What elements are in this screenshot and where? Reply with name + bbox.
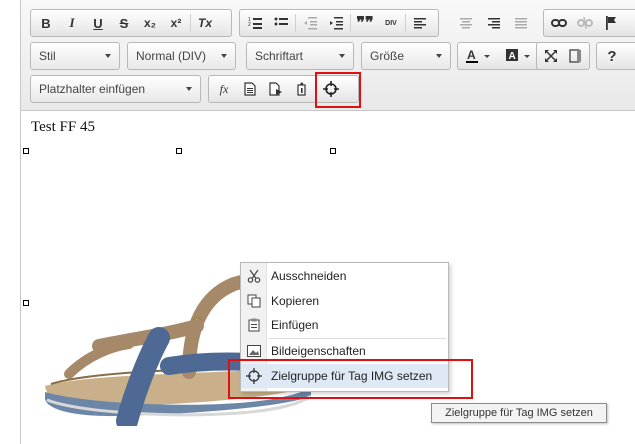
style-select[interactable]: Stil	[30, 42, 120, 70]
subscript-button[interactable]: x₂	[139, 12, 161, 34]
formula-button[interactable]: fx	[213, 78, 235, 100]
font-select-label: Schriftart	[255, 49, 304, 63]
document-arrow-icon[interactable]	[265, 78, 287, 100]
underline-button[interactable]: U	[87, 12, 109, 34]
maximize-icon[interactable]	[541, 45, 561, 67]
list-group: 12 ❞❞ DIV	[239, 9, 439, 37]
links-group	[543, 9, 635, 37]
resize-handle-top-right[interactable]	[330, 148, 336, 154]
indent-icon[interactable]	[325, 12, 347, 34]
basic-styles-group: B I U S x₂ x² Tx	[30, 9, 232, 37]
menu-item-paste[interactable]: Einfügen	[241, 313, 448, 337]
chevron-down-icon	[221, 54, 227, 58]
menu-item-label: Bildeigenschaften	[271, 344, 366, 358]
outdent-icon[interactable]	[299, 12, 321, 34]
align-right-icon[interactable]	[483, 12, 505, 34]
resize-handle-top-center[interactable]	[176, 148, 182, 154]
size-select-label: Größe	[370, 49, 405, 63]
text-color-button[interactable]: A	[462, 45, 498, 67]
scissors-icon	[241, 269, 267, 283]
placeholder-select-label: Platzhalter einfügen	[39, 82, 146, 96]
color-group: A A	[457, 42, 547, 70]
numbered-list-icon[interactable]: 12	[244, 12, 266, 34]
image-icon	[241, 345, 267, 357]
separator	[190, 14, 191, 32]
separator	[405, 14, 406, 32]
align-left-icon[interactable]	[409, 12, 431, 34]
strike-button[interactable]: S	[113, 12, 135, 34]
remove-format-button[interactable]: Tx	[194, 12, 216, 34]
info-document-icon[interactable]	[291, 78, 313, 100]
font-select[interactable]: Schriftart	[246, 42, 354, 70]
style-select-label: Stil	[39, 49, 56, 63]
resize-handle-mid-left[interactable]	[23, 300, 29, 306]
align-group	[441, 9, 445, 37]
chevron-down-icon	[105, 54, 111, 58]
anchor-flag-icon[interactable]	[600, 12, 622, 34]
blockquote-button[interactable]: ❞❞	[354, 12, 376, 34]
document-icon[interactable]	[239, 78, 261, 100]
menu-item-label: Kopieren	[271, 294, 320, 308]
menu-item-label: Einfügen	[271, 318, 319, 332]
superscript-button[interactable]: x²	[165, 12, 187, 34]
menu-item-cut[interactable]: Ausschneiden	[241, 264, 448, 288]
align-justify-icon[interactable]	[510, 12, 532, 34]
bullet-list-icon[interactable]	[270, 12, 292, 34]
help-group: ?	[596, 42, 635, 70]
bold-button[interactable]: B	[35, 12, 57, 34]
highlight-box-toolbar	[315, 72, 361, 108]
chevron-down-icon	[339, 54, 345, 58]
link-icon[interactable]	[548, 12, 570, 34]
svg-text:2: 2	[248, 22, 251, 28]
svg-text:A: A	[509, 51, 516, 62]
help-button[interactable]: ?	[601, 45, 623, 67]
format-select-label: Normal (DIV)	[136, 49, 207, 63]
tools-group	[536, 42, 590, 70]
show-blocks-icon[interactable]	[565, 45, 585, 67]
editor-text: Test FF 45	[31, 119, 95, 135]
resize-handle-top-left[interactable]	[23, 148, 29, 154]
size-select[interactable]: Größe	[361, 42, 451, 70]
chevron-down-icon	[436, 54, 442, 58]
menu-item-label: Ausschneiden	[271, 269, 347, 283]
div-container-button[interactable]: DIV	[380, 12, 402, 34]
chevron-down-icon	[186, 87, 192, 91]
align-center-icon[interactable]	[455, 12, 477, 34]
unlink-icon[interactable]	[574, 12, 596, 34]
italic-button[interactable]: I	[61, 12, 83, 34]
highlight-box-menu-item	[228, 359, 473, 399]
svg-text:A: A	[467, 48, 476, 62]
copy-icon	[241, 294, 267, 308]
format-select[interactable]: Normal (DIV)	[127, 42, 236, 70]
menu-item-copy[interactable]: Kopieren	[241, 289, 448, 313]
background-color-button[interactable]: A	[502, 45, 538, 67]
paste-icon	[241, 318, 267, 332]
separator	[350, 14, 351, 32]
separator	[295, 14, 296, 32]
placeholder-select[interactable]: Platzhalter einfügen	[30, 75, 201, 103]
tooltip: Zielgruppe für Tag IMG setzen	[431, 403, 607, 423]
